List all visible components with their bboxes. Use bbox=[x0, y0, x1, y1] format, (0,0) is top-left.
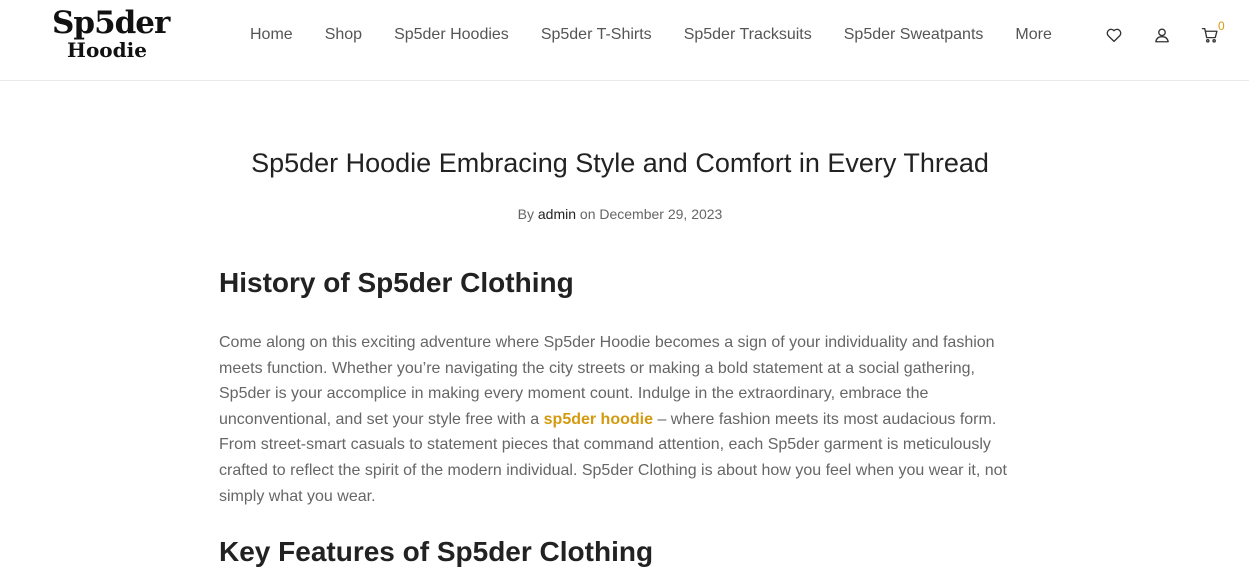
nav-sp5der-hoodies[interactable]: Sp5der Hoodies bbox=[378, 26, 525, 44]
post-meta: By admin on December 29, 2023 bbox=[0, 206, 1240, 222]
meta-on: on bbox=[579, 206, 596, 222]
wishlist-button[interactable] bbox=[1100, 21, 1128, 49]
cart-count-badge: 0 bbox=[1218, 19, 1225, 33]
site-logo[interactable]: Sp5der Hoodie bbox=[52, 5, 170, 62]
nav-more[interactable]: More bbox=[999, 26, 1067, 44]
section-heading-key-features: Key Features of Sp5der Clothing bbox=[219, 536, 654, 567]
nav-sp5der-sweatpants[interactable]: Sp5der Sweatpants bbox=[828, 26, 1000, 44]
heart-icon bbox=[1105, 26, 1123, 44]
nav-sp5der-t-shirts[interactable]: Sp5der T-Shirts bbox=[525, 26, 668, 44]
main-nav: Home Shop Sp5der Hoodies Sp5der T-Shirts… bbox=[234, 0, 1068, 70]
nav-shop[interactable]: Shop bbox=[309, 26, 378, 44]
cart-button[interactable]: 0 bbox=[1196, 19, 1225, 49]
user-icon bbox=[1153, 26, 1171, 44]
account-button[interactable] bbox=[1148, 21, 1176, 49]
post-title: Sp5der Hoodie Embracing Style and Comfor… bbox=[251, 148, 989, 178]
section-heading-history: History of Sp5der Clothing bbox=[219, 267, 574, 298]
meta-by: By bbox=[517, 206, 534, 222]
nav-home[interactable]: Home bbox=[234, 26, 309, 44]
post-date: December 29, 2023 bbox=[599, 206, 723, 222]
header-icons: 0 bbox=[1100, 0, 1244, 70]
intro-paragraph: Come along on this exciting adventure wh… bbox=[219, 330, 1019, 509]
site-header: Sp5der Hoodie Home Shop Sp5der Hoodies S… bbox=[0, 0, 1249, 81]
cart-icon bbox=[1201, 26, 1219, 44]
nav-sp5der-tracksuits[interactable]: Sp5der Tracksuits bbox=[668, 26, 828, 44]
author-link[interactable]: admin bbox=[538, 206, 576, 222]
logo-line-1: Sp5der bbox=[52, 5, 170, 41]
sp5der-hoodie-link[interactable]: sp5der hoodie bbox=[544, 411, 653, 428]
logo-line-2: Hoodie bbox=[67, 38, 147, 62]
